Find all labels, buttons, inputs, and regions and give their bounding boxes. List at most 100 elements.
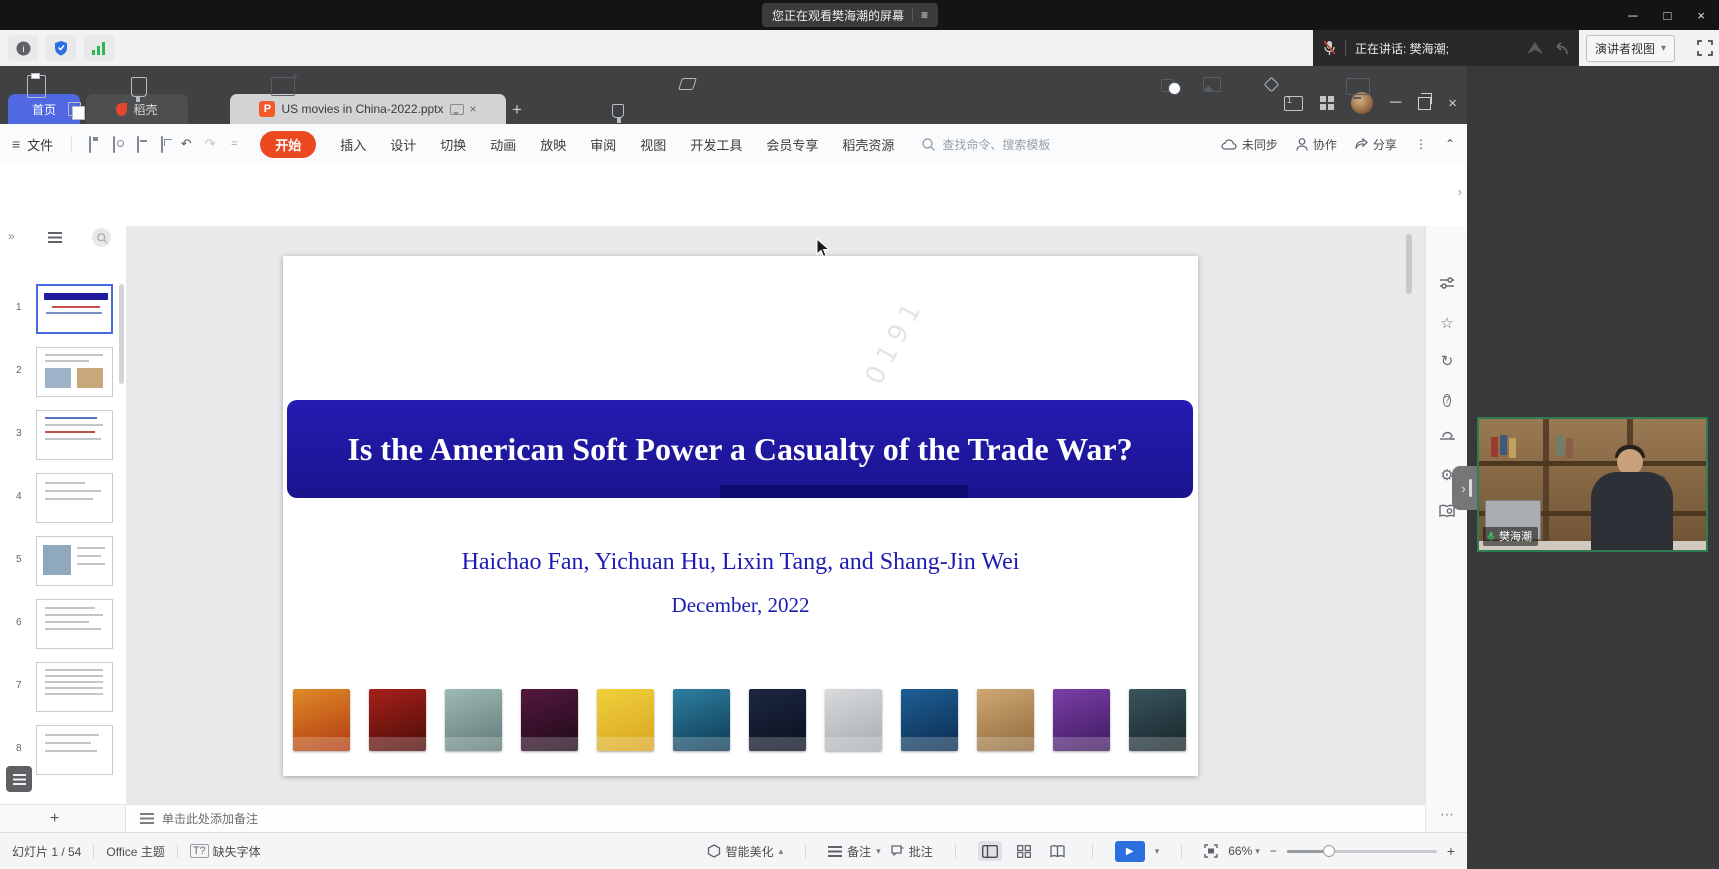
new-tab-button[interactable]: + <box>512 100 522 120</box>
theme-name[interactable]: Office 主题 <box>106 843 164 860</box>
panel-scrollbar[interactable] <box>119 284 124 384</box>
annotation-arrow-icon[interactable] <box>1526 41 1544 55</box>
undo-icon[interactable]: ↶ <box>174 136 198 152</box>
close-icon[interactable]: × <box>1697 8 1705 23</box>
slideshow-play-button[interactable]: ▶ <box>1115 841 1145 862</box>
ribbon-more-icon[interactable]: › <box>1458 184 1462 199</box>
add-slide-plus-button[interactable]: + <box>50 810 59 828</box>
beautify-star-icon[interactable]: ☆ <box>1426 314 1468 332</box>
movie-poster-11[interactable] <box>1053 689 1110 751</box>
more-menu-icon[interactable]: ⋮ <box>1415 137 1427 151</box>
replay-loop-icon[interactable]: ↻ <box>1426 352 1468 370</box>
minimize-icon[interactable]: ─ <box>1628 8 1637 23</box>
missing-font-button[interactable]: T? 缺失字体 <box>190 843 261 860</box>
collaborate-button[interactable]: 协作 <box>1296 136 1337 153</box>
reading-view-button[interactable] <box>1046 841 1070 861</box>
menu-docer-resources[interactable]: 稻壳资源 <box>842 135 894 154</box>
apps-grid-icon[interactable] <box>1320 96 1334 110</box>
slide-thumbnail-8[interactable] <box>36 725 113 775</box>
maximize-icon[interactable]: □ <box>1664 8 1672 23</box>
menu-devtools[interactable]: 开发工具 <box>690 135 742 154</box>
movie-poster-7[interactable] <box>749 689 806 751</box>
slide-thumbnail-7[interactable] <box>36 662 113 712</box>
object-properties-icon[interactable] <box>1426 276 1468 290</box>
slide-thumbnail-1[interactable] <box>36 284 113 334</box>
banner-menu-icon[interactable]: ≡ <box>921 8 928 22</box>
zoom-out-button[interactable]: − <box>1270 844 1277 858</box>
normal-view-button[interactable] <box>978 841 1002 861</box>
notes-bar[interactable]: 单击此处添加备注 <box>126 804 1425 832</box>
slide-sorter-view-button[interactable] <box>1012 841 1036 861</box>
command-search[interactable]: 查找命令、搜索模板 <box>922 136 1050 153</box>
fit-slide-icon[interactable] <box>1204 844 1218 858</box>
slide-date[interactable]: December, 2022 <box>283 593 1198 618</box>
movie-poster-2[interactable] <box>369 689 426 751</box>
movie-poster-6[interactable] <box>673 689 730 751</box>
zoom-level-button[interactable]: 66% ▾ <box>1228 844 1260 858</box>
menu-transition[interactable]: 切换 <box>440 135 466 154</box>
skin-center-icon[interactable] <box>1426 428 1468 442</box>
movie-poster-12[interactable] <box>1129 689 1186 751</box>
wps-close-icon[interactable]: × <box>1448 95 1457 112</box>
zoom-slider-knob[interactable] <box>1323 845 1335 857</box>
slide-thumbnail-2[interactable] <box>36 347 113 397</box>
menu-insert[interactable]: 插入 <box>340 135 366 154</box>
redo-icon[interactable]: ↷ <box>198 136 222 152</box>
wps-minimize-icon[interactable]: ─ <box>1390 94 1401 112</box>
clear-format-icon[interactable] <box>680 78 695 90</box>
canvas-scrollbar[interactable] <box>1406 234 1412 294</box>
presenter-view-dropdown[interactable]: 演讲者视图 ▾ <box>1586 35 1675 62</box>
undo-annotation-icon[interactable] <box>1553 42 1569 55</box>
slide-1[interactable]: 0191 Is the American Soft Power a Casual… <box>283 256 1198 776</box>
zoom-slider[interactable] <box>1287 850 1437 853</box>
menu-view[interactable]: 视图 <box>640 135 666 154</box>
play-options-icon[interactable]: ▾ <box>1155 846 1160 857</box>
menu-membership[interactable]: 会员专享 <box>766 135 818 154</box>
menu-review[interactable]: 审阅 <box>590 135 616 154</box>
slide-authors[interactable]: Haichao Fan, Yichuan Hu, Lixin Tang, and… <box>283 549 1198 576</box>
movie-poster-3[interactable] <box>445 689 502 751</box>
movie-poster-10[interactable] <box>977 689 1034 751</box>
wps-restore-icon[interactable] <box>1418 97 1431 110</box>
slide-thumbnail-3[interactable] <box>36 410 113 460</box>
print-icon[interactable] <box>126 137 150 152</box>
preview-icon[interactable] <box>150 137 174 152</box>
movie-poster-8[interactable] <box>825 689 882 751</box>
menu-file[interactable]: ≡ 文件 <box>0 135 65 154</box>
webcam-tile[interactable]: 樊海潮 <box>1477 417 1708 552</box>
panel-expand-icon[interactable]: » <box>8 229 15 243</box>
movie-poster-1[interactable] <box>293 689 350 751</box>
editor-canvas[interactable]: 0191 Is the American Soft Power a Casual… <box>126 226 1425 804</box>
zoom-in-button[interactable]: + <box>1447 843 1455 859</box>
collapse-ribbon-icon[interactable]: ⌃ <box>1445 137 1455 151</box>
movie-poster-5[interactable] <box>597 689 654 751</box>
notes-toggle-button[interactable]: 备注 ▾ <box>828 843 881 860</box>
tab-close-icon[interactable]: × <box>470 102 477 116</box>
comment-bubble-icon[interactable] <box>450 104 464 115</box>
smart-beautify-button[interactable]: 智能美化 ▴ <box>707 843 784 860</box>
strip-more-icon[interactable]: ⋯ <box>1426 806 1468 823</box>
security-button[interactable] <box>46 35 76 61</box>
tab-document[interactable]: P US movies in China-2022.pptx × <box>230 94 506 124</box>
avatar[interactable] <box>1351 92 1373 114</box>
info-button[interactable]: i <box>8 35 38 61</box>
comments-button[interactable]: 批注 <box>891 843 933 860</box>
menu-design[interactable]: 设计 <box>390 135 416 154</box>
customize-quickbar-icon[interactable]: = <box>222 138 246 150</box>
fullscreen-icon[interactable] <box>1697 40 1713 56</box>
slide-title-banner[interactable]: Is the American Soft Power a Casualty of… <box>287 400 1193 498</box>
share-button[interactable]: 分享 <box>1355 136 1397 153</box>
movie-poster-9[interactable] <box>901 689 958 751</box>
save-icon[interactable] <box>78 137 102 152</box>
single-component-icon[interactable] <box>1284 96 1303 111</box>
slide-thumbnail-4[interactable] <box>36 473 113 523</box>
sync-status-button[interactable]: 未同步 <box>1221 136 1278 153</box>
network-button[interactable] <box>84 35 114 61</box>
outline-view-icon[interactable] <box>48 232 62 243</box>
menu-slideshow[interactable]: 放映 <box>540 135 566 154</box>
menu-start[interactable]: 开始 <box>260 131 316 158</box>
menu-animation[interactable]: 动画 <box>490 135 516 154</box>
export-icon[interactable] <box>102 137 126 152</box>
movie-poster-4[interactable] <box>521 689 578 751</box>
slide-thumbnail-5[interactable] <box>36 536 113 586</box>
